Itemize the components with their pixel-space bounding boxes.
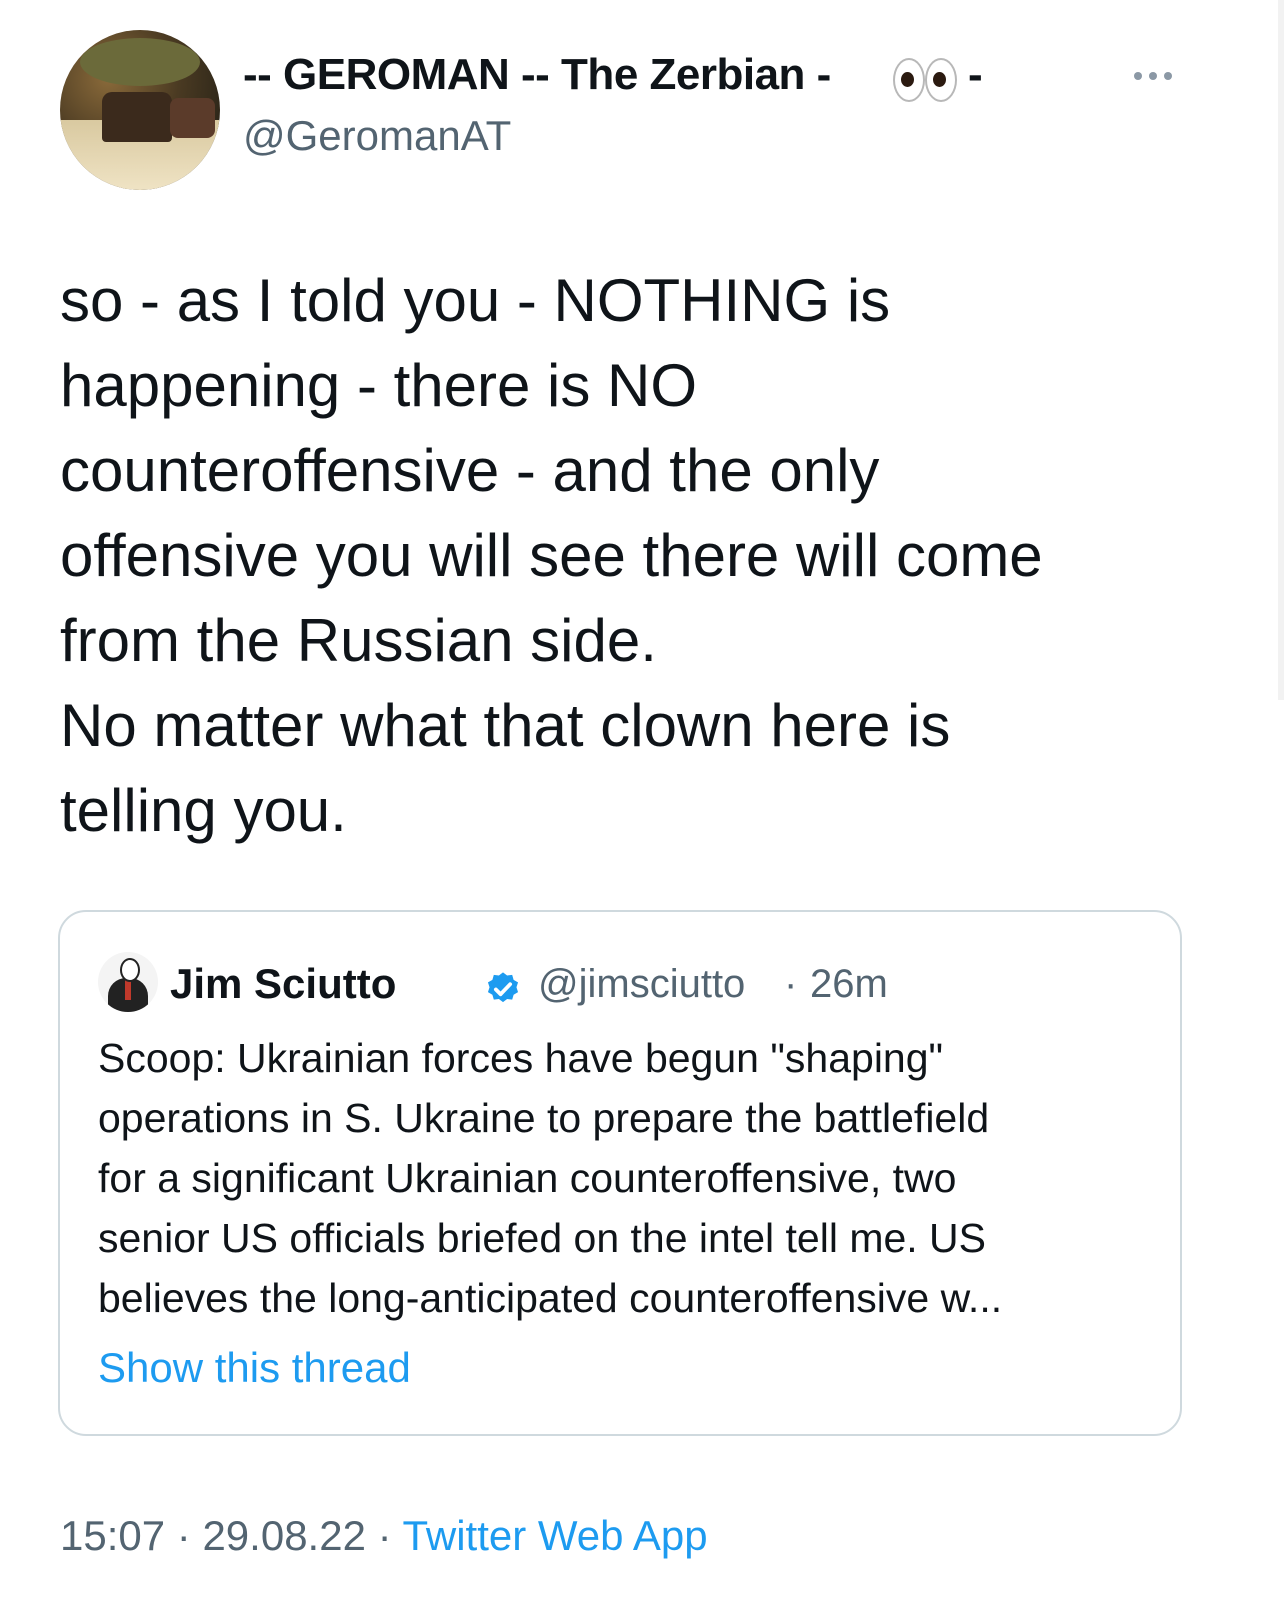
avatar-car-2 (170, 98, 215, 138)
quoted-separator: · (784, 962, 798, 1006)
tweet-footer: 15:07 · 29.08.22 · Twitter Web App (60, 1512, 708, 1560)
scrollbar[interactable] (1278, 0, 1284, 700)
pupil-right (933, 72, 946, 87)
author-display-name[interactable]: -- GEROMAN -- The Zerbian - (243, 50, 831, 100)
tweet: -- GEROMAN -- The Zerbian - - @GeromanAT… (0, 0, 1284, 1620)
more-dot (1164, 72, 1172, 80)
eyes-emoji-icon (893, 58, 957, 102)
avatar-car (102, 92, 172, 142)
avatar-tie (125, 980, 131, 1000)
quoted-tweet-text: Scoop: Ukrainian forces have begun "shap… (98, 1028, 1158, 1328)
verified-badge-icon (487, 972, 519, 1003)
pupil-left (901, 72, 914, 87)
quoted-tweet-card[interactable]: Jim Sciutto @jimsciutto · 26m Scoop: Ukr… (58, 910, 1182, 1436)
more-options-button[interactable] (1134, 66, 1184, 86)
quoted-text-line: believes the long-anticipated counteroff… (98, 1275, 1003, 1321)
avatar-tree (80, 38, 200, 86)
eye-left (893, 58, 925, 102)
show-thread-link[interactable]: Show this thread (98, 1344, 411, 1392)
footer-separator: · (176, 1512, 191, 1559)
quoted-timestamp[interactable]: 26m (810, 962, 888, 1007)
avatar-head (120, 958, 140, 982)
tweet-date[interactable]: 29.08.22 (202, 1512, 366, 1559)
author-display-name-tail[interactable]: - (968, 50, 983, 100)
more-dot (1149, 72, 1157, 80)
author-avatar[interactable] (60, 30, 220, 190)
quoted-text-line: operations in S. Ukraine to prepare the … (98, 1095, 990, 1141)
quoted-text-line: senior US officials briefed on the intel… (98, 1215, 987, 1261)
tweet-time[interactable]: 15:07 (60, 1512, 165, 1559)
tweet-text: so - as I told you - NOTHING is happenin… (60, 267, 1043, 844)
eye-right (925, 58, 957, 102)
quoted-text-line: for a significant Ukrainian counteroffen… (98, 1155, 957, 1201)
quoted-author-name[interactable]: Jim Sciutto (170, 960, 396, 1008)
author-handle[interactable]: @GeromanAT (243, 112, 511, 160)
footer-separator: · (377, 1512, 392, 1559)
tweet-source-link[interactable]: Twitter Web App (403, 1512, 708, 1559)
quoted-author-avatar[interactable] (98, 952, 158, 1012)
quoted-author-handle[interactable]: @jimsciutto (538, 962, 745, 1007)
quoted-text-line: Scoop: Ukrainian forces have begun "shap… (98, 1035, 944, 1081)
more-dot (1134, 72, 1142, 80)
